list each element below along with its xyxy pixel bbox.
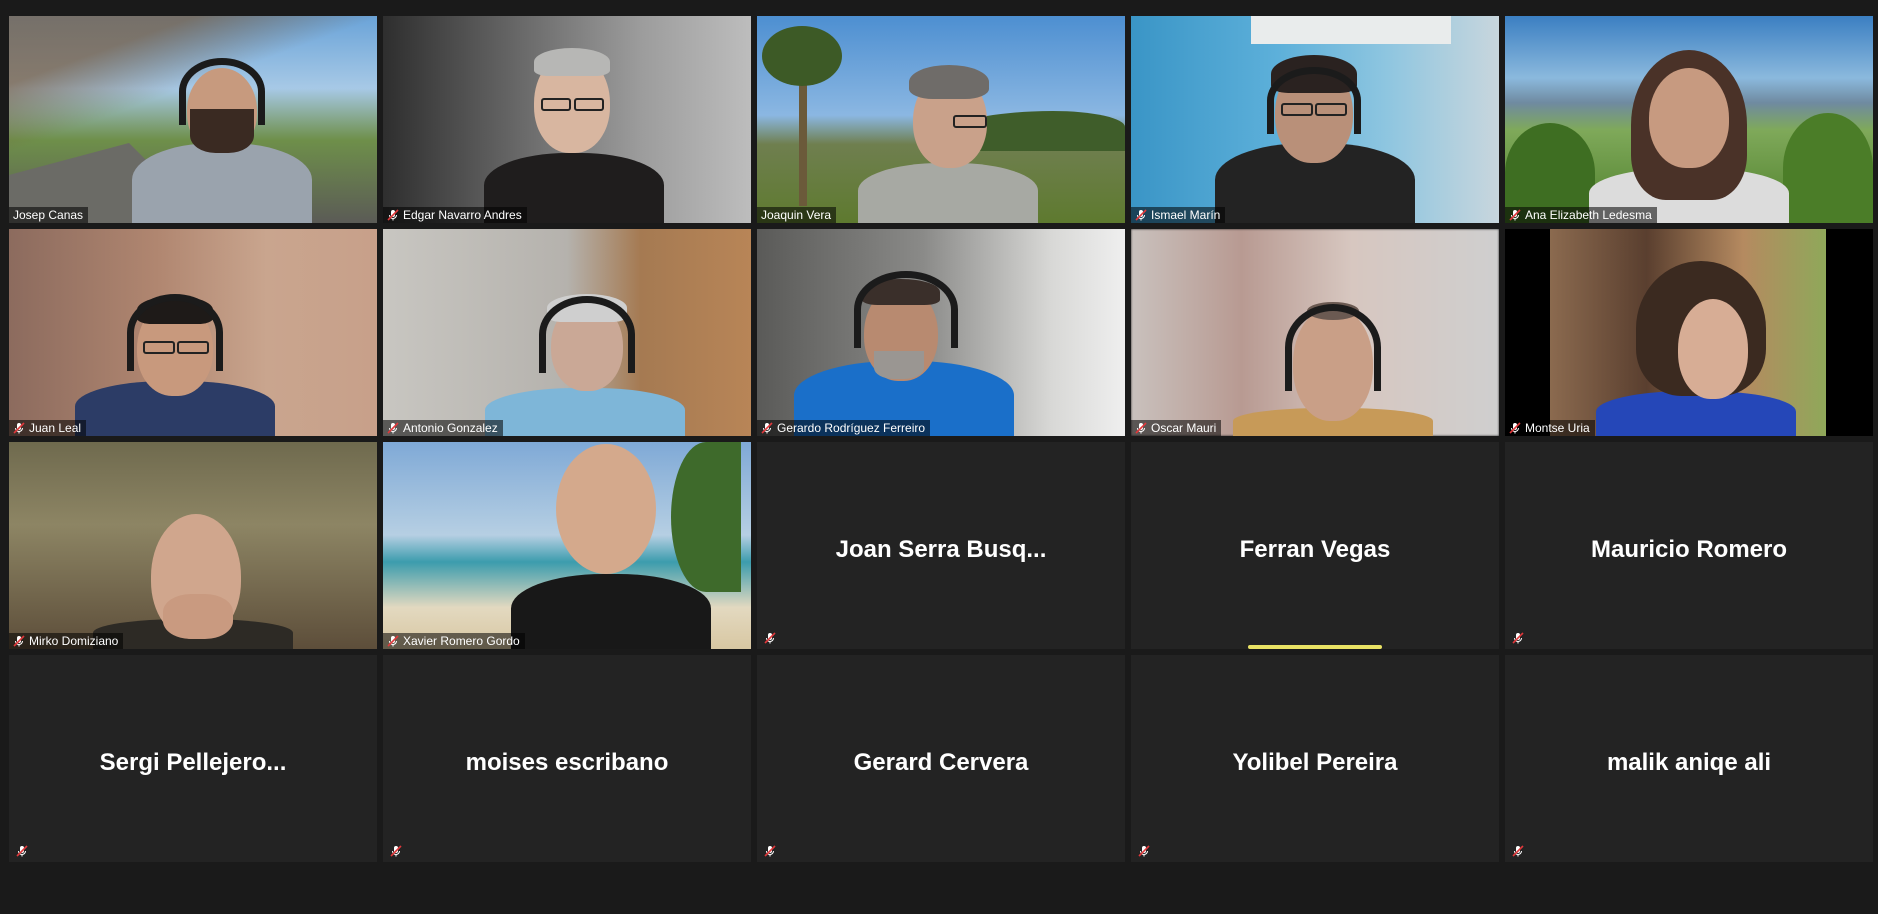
participant-tile[interactable]: Ana Elizabeth Ledesma [1505, 16, 1873, 223]
participant-tile-no-video[interactable]: Joan Serra Busq... [757, 442, 1125, 649]
microphone-muted-icon [387, 635, 399, 647]
participant-name-label: Josep Canas [9, 207, 89, 223]
video-feed [757, 229, 1125, 436]
video-feed [9, 229, 377, 436]
participant-tile-no-video[interactable]: Yolibel Pereira [1131, 655, 1499, 862]
speaking-indicator [1248, 645, 1382, 649]
participant-display-name: Joan Serra Busq... [835, 536, 1047, 563]
video-feed [1505, 229, 1873, 436]
participant-tile[interactable]: Josep Canas [9, 16, 377, 223]
microphone-muted-icon [16, 845, 28, 857]
microphone-muted-icon [390, 845, 402, 857]
participant-tile-active-speaker[interactable]: Joaquin Vera [757, 16, 1125, 223]
participant-tile[interactable]: Xavier Romero Gordo [383, 442, 751, 649]
participant-name-label: Montse Uria [1505, 420, 1595, 436]
participant-tile[interactable]: Ismael Marín [1131, 16, 1499, 223]
participant-name-label: Joaquin Vera [757, 207, 837, 223]
participant-name-label: Xavier Romero Gordo [383, 633, 525, 649]
participant-name-label: Edgar Navarro Andres [383, 207, 527, 223]
participant-name-label: Antonio Gonzalez [383, 420, 503, 436]
microphone-muted-icon [1135, 422, 1147, 434]
video-feed [383, 16, 751, 223]
participant-display-name: Mauricio Romero [1590, 536, 1788, 563]
participant-display-name: moises escribano [465, 749, 669, 776]
microphone-muted-icon [387, 209, 399, 221]
participant-tile[interactable]: Antonio Gonzalez [383, 229, 751, 436]
participant-tile[interactable]: Mirko Domiziano [9, 442, 377, 649]
video-feed [9, 442, 377, 649]
participant-name-label: Oscar Mauri [1131, 420, 1222, 436]
microphone-muted-icon [1512, 845, 1524, 857]
participant-tile-no-video[interactable]: Ferran Vegas [1131, 442, 1499, 649]
microphone-muted-icon [1509, 422, 1521, 434]
video-feed [383, 442, 751, 649]
participant-display-name: Yolibel Pereira [1232, 749, 1398, 776]
participant-display-name: Ferran Vegas [1239, 536, 1391, 563]
participant-name-label: Juan Leal [9, 420, 87, 436]
participant-tile-no-video[interactable]: Gerard Cervera [757, 655, 1125, 862]
participant-name-label: Ana Elizabeth Ledesma [1505, 207, 1657, 223]
video-feed [1505, 16, 1873, 223]
participant-tile[interactable]: Edgar Navarro Andres [383, 16, 751, 223]
microphone-muted-icon [764, 845, 776, 857]
participant-name-label: Ismael Marín [1131, 207, 1226, 223]
participant-tile[interactable]: Oscar Mauri [1131, 229, 1499, 436]
participant-display-name: malik aniqe ali [1606, 749, 1772, 776]
video-feed [1131, 16, 1499, 223]
microphone-muted-icon [1138, 845, 1150, 857]
microphone-muted-icon [761, 422, 773, 434]
participant-tile-no-video[interactable]: Sergi Pellejero... [9, 655, 377, 862]
video-feed [757, 16, 1125, 223]
video-feed [1131, 229, 1499, 436]
participant-display-name: Gerard Cervera [853, 749, 1029, 776]
video-feed [9, 16, 377, 223]
microphone-muted-icon [387, 422, 399, 434]
video-feed [383, 229, 751, 436]
participant-tile-no-video[interactable]: moises escribano [383, 655, 751, 862]
participant-name-label: Mirko Domiziano [9, 633, 124, 649]
participant-tile-no-video[interactable]: malik aniqe ali [1505, 655, 1873, 862]
microphone-muted-icon [13, 422, 25, 434]
participant-tile[interactable]: Montse Uria [1505, 229, 1873, 436]
microphone-muted-icon [764, 632, 776, 644]
participant-tile[interactable]: Gerardo Rodríguez Ferreiro [757, 229, 1125, 436]
participant-name-label: Gerardo Rodríguez Ferreiro [757, 420, 931, 436]
microphone-muted-icon [1512, 632, 1524, 644]
microphone-muted-icon [13, 635, 25, 647]
microphone-muted-icon [1509, 209, 1521, 221]
microphone-muted-icon [1135, 209, 1147, 221]
participant-tile[interactable]: Juan Leal [9, 229, 377, 436]
participant-tile-no-video[interactable]: Mauricio Romero [1505, 442, 1873, 649]
participant-display-name: Sergi Pellejero... [99, 749, 287, 776]
video-gallery: Josep Canas Edgar Navarro Andres Joaquin… [9, 16, 1873, 862]
